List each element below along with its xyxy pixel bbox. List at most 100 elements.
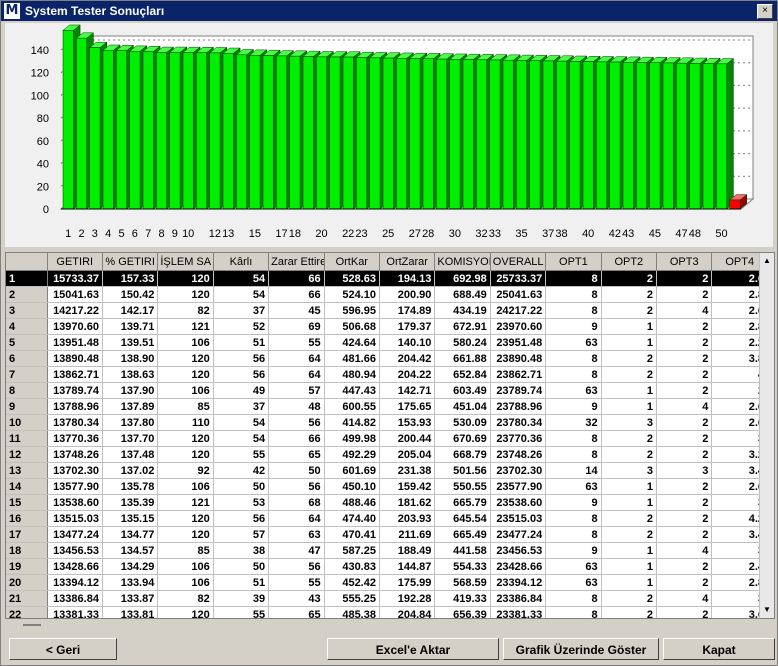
table-cell: 2 — [656, 574, 713, 591]
table-cell: 23788.96 — [490, 398, 547, 415]
close-button[interactable]: Kapat — [663, 638, 775, 660]
table-cell: 63 — [545, 574, 602, 591]
column-header[interactable]: OVERALL — [490, 253, 547, 271]
column-header[interactable]: Zarar Ettire — [268, 253, 325, 271]
x-tick-label: 25 — [382, 228, 394, 240]
table-row[interactable]: 18 13456.53 134.57 85 38 47 587.25 188.49 441.58… — [6, 542, 768, 559]
column-header[interactable]: İŞLEM SA — [157, 253, 214, 271]
table-cell: 54 — [213, 414, 270, 431]
export-excel-button[interactable]: Excel'e Aktar — [327, 638, 499, 660]
table-row[interactable]: 16 13515.03 135.15 120 56 64 474.40 203.93 645.5… — [6, 510, 768, 527]
table-cell: 452.42 — [324, 574, 380, 591]
table-cell: 13970.60 — [47, 318, 103, 335]
horizontal-scrollbar[interactable] — [5, 619, 773, 631]
column-header[interactable]: Kârlı — [213, 253, 270, 271]
results-table[interactable]: GETIRI% GETIRI İŞLEM SA Kârlı Zarar Ettire O… — [5, 252, 775, 619]
column-header[interactable]: OrtKar — [324, 253, 380, 271]
vertical-scrollbar[interactable]: ▲ ▼ — [759, 253, 774, 618]
bar — [382, 57, 394, 210]
table-row[interactable]: 20 13394.12 133.94 106 51 55 452.42 175.99 568.5… — [6, 574, 768, 591]
table-cell: 56 — [213, 366, 270, 383]
table-row[interactable]: 22 13381.33 133.81 120 55 65 485.38 204.84 656.3… — [6, 606, 768, 618]
table-cell: 23428.66 — [490, 558, 547, 575]
scroll-down-icon[interactable]: ▼ — [761, 604, 773, 616]
table-cell: 8 — [545, 590, 602, 607]
table-cell: 13577.90 — [47, 478, 103, 495]
table-row[interactable]: 21 13386.84 133.87 82 39 43 555.25 192.28 419.33… — [6, 590, 768, 607]
table-row[interactable]: 17 13477.24 134.77 120 57 63 470.41 211.69 665.4… — [6, 526, 768, 543]
x-tick-label: 22 — [342, 228, 354, 240]
bar — [676, 62, 687, 210]
table-cell: 110 — [157, 414, 214, 431]
table-row[interactable]: 8 13789.74 137.90 106 49 57 447.43 142.71 603.49… — [6, 382, 768, 399]
table-row[interactable]: 5 13951.48 139.51 106 51 55 424.64 140.10 580.24… — [6, 334, 768, 351]
table-row[interactable]: 1 15733.37 157.33 120 54 66 528.63 194.13 692.98… — [6, 270, 768, 287]
show-on-chart-button[interactable]: Grafik Üzerinde Göster — [503, 638, 659, 660]
table-cell: 37 — [213, 302, 270, 319]
table-cell: 3 — [656, 462, 713, 479]
table-cell: 63 — [545, 478, 602, 495]
table-cell: 150.42 — [102, 286, 159, 303]
scroll-thumb[interactable] — [23, 624, 41, 626]
bar — [662, 62, 674, 210]
table-cell: 137.80 — [102, 414, 159, 431]
row-index: 16 — [6, 510, 48, 527]
column-header[interactable]: OrtZarar — [379, 253, 436, 271]
table-cell: 13780.34 — [47, 414, 103, 431]
table-cell: 603.49 — [434, 382, 491, 399]
column-header[interactable]: OPT2 — [601, 253, 658, 271]
column-header[interactable]: OPT1 — [545, 253, 602, 271]
column-header[interactable]: % GETIRI — [102, 253, 159, 271]
close-icon[interactable]: × — [757, 4, 773, 19]
table-cell: 56 — [213, 350, 270, 367]
bar — [129, 50, 141, 210]
bar — [396, 58, 407, 210]
table-row[interactable]: 4 13970.60 139.71 121 52 69 506.68 179.37 672.91… — [6, 318, 768, 335]
bar — [449, 59, 461, 210]
table-row[interactable]: 9 13788.96 137.89 85 37 48 600.55 175.65 451.04 2… — [6, 398, 768, 415]
table-cell: 179.37 — [379, 318, 436, 335]
table-row[interactable]: 19 13428.66 134.29 106 50 56 430.83 144.87 554.3… — [6, 558, 768, 575]
bar — [169, 52, 181, 210]
table-row[interactable]: 15 13538.60 135.39 121 53 68 488.46 181.62 665.7… — [6, 494, 768, 511]
column-header[interactable]: KOMISYON — [434, 253, 491, 271]
table-row[interactable]: 14 13577.90 135.78 106 50 56 450.10 159.42 550.5… — [6, 478, 768, 495]
title-bar[interactable]: M System Tester Sonuçları × — [1, 1, 777, 21]
x-tick-label: 33 — [489, 228, 501, 240]
table-cell: 8 — [545, 510, 602, 527]
table-cell: 13770.36 — [47, 430, 103, 447]
table-cell: 55 — [213, 446, 270, 463]
column-header[interactable]: GETIRI — [47, 253, 103, 271]
table-row[interactable]: 12 13748.26 137.48 120 55 65 492.29 205.04 668.7… — [6, 446, 768, 463]
column-header[interactable] — [6, 253, 48, 271]
column-header[interactable]: OPT3 — [656, 253, 713, 271]
table-cell: 499.98 — [324, 430, 380, 447]
table-cell: 434.19 — [434, 302, 491, 319]
bar — [316, 56, 327, 210]
table-row[interactable]: 11 13770.36 137.70 120 54 66 499.98 200.44 670.6… — [6, 430, 768, 447]
table-row[interactable]: 10 13780.34 137.80 110 54 56 414.82 153.93 530.0… — [6, 414, 768, 431]
table-row[interactable]: 6 13890.48 138.90 120 56 64 481.66 204.42 661.88… — [6, 350, 768, 367]
table-cell: 49 — [213, 382, 270, 399]
table-cell: 2 — [656, 430, 713, 447]
row-index: 20 — [6, 574, 48, 591]
back-button[interactable]: < Geri — [9, 638, 117, 660]
table-cell: 528.63 — [324, 270, 380, 287]
table-cell: 92 — [157, 462, 214, 479]
bar — [462, 59, 474, 210]
table-cell: 430.83 — [324, 558, 380, 575]
table-cell: 1 — [601, 318, 658, 335]
table-cell: 106 — [157, 382, 214, 399]
table-row[interactable]: 2 15041.63 150.42 120 54 66 524.10 200.90 688.49… — [6, 286, 768, 303]
table-row[interactable]: 3 14217.22 142.17 82 37 45 596.95 174.89 434.19 2… — [6, 302, 768, 319]
table-row[interactable]: 13 13702.30 137.02 92 42 50 601.69 231.38 501.56… — [6, 462, 768, 479]
scroll-up-icon[interactable]: ▲ — [761, 255, 773, 267]
table-cell: 188.49 — [379, 542, 436, 559]
table-row[interactable]: 7 13862.71 138.63 120 56 64 480.94 204.22 652.84… — [6, 366, 768, 383]
bar — [596, 61, 607, 210]
table-cell: 692.98 — [434, 270, 491, 287]
x-tick-label: 12 — [209, 228, 221, 240]
table-cell: 85 — [157, 398, 214, 415]
table-cell: 23538.60 — [490, 494, 547, 511]
table-cell: 1 — [601, 494, 658, 511]
